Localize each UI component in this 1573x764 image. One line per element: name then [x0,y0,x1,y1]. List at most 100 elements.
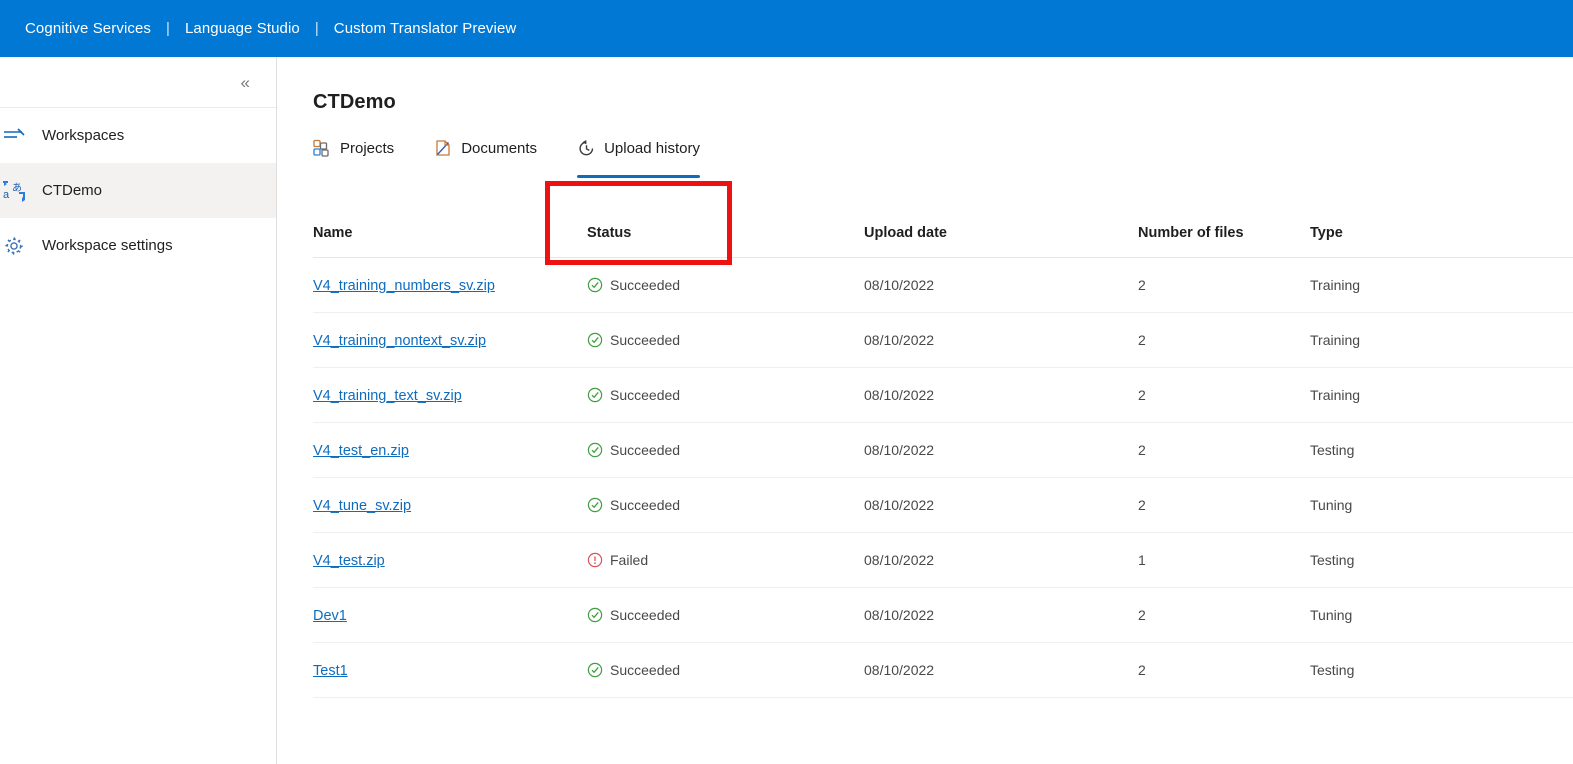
column-header-status[interactable]: Status [587,225,864,258]
breadcrumb-language-studio[interactable]: Language Studio [185,20,300,37]
status-label: Succeeded [610,497,681,513]
column-header-type[interactable]: Type [1310,225,1573,258]
table-row: V4_training_text_sv.zip Succeeded 08/10/2… [313,367,1573,423]
table-header-row: Name Status Upload date Number of files … [313,225,1573,258]
column-header-number-of-files[interactable]: Number of files [1138,225,1310,258]
cell-name: V4_test.zip [313,532,587,588]
check-circle-icon [587,277,603,293]
error-circle-icon [587,552,603,568]
cell-type: Training [1310,367,1573,423]
tab-label: Documents [461,139,538,157]
cell-upload-date: 08/10/2022 [864,642,1138,698]
breadcrumb-cognitive-services[interactable]: Cognitive Services [25,20,151,37]
cell-status: Succeeded [587,587,864,643]
cell-name: Dev1 [313,587,587,643]
check-circle-icon [587,662,603,678]
sidebar-collapse-row: « [0,57,276,108]
status-label: Succeeded [610,332,681,348]
file-link[interactable]: Test1 [313,663,348,679]
cell-status: Succeeded [587,367,864,423]
chevron-double-left-icon[interactable]: « [241,74,250,91]
page-body: « Workspaces a あ CTDemo Workspace settin… [0,57,1573,764]
main-content: CTDemo Projects Documents Upload history… [277,57,1573,764]
table-row: Test1 Succeeded 08/10/2022 2 Testing [313,642,1573,698]
cell-number-of-files: 2 [1138,422,1310,478]
upload-history-table: Name Status Upload date Number of files … [313,225,1573,698]
sidebar-item-label: Workspaces [42,127,125,144]
table-body: V4_training_numbers_sv.zip Succeeded 08/1… [313,257,1573,698]
file-link[interactable]: Dev1 [313,608,347,624]
translate-icon: a あ [0,180,28,202]
documents-icon [434,139,453,158]
tab-bar: Projects Documents Upload history [313,135,1573,181]
cell-number-of-files: 2 [1138,367,1310,423]
sidebar-item-workspaces[interactable]: Workspaces [0,108,276,163]
cell-type: Tuning [1310,477,1573,533]
cell-status: Succeeded [587,642,864,698]
cell-number-of-files: 2 [1138,257,1310,313]
cell-upload-date: 08/10/2022 [864,587,1138,643]
upload-history-icon [577,139,596,158]
cell-upload-date: 08/10/2022 [864,367,1138,423]
breadcrumb-custom-translator-preview[interactable]: Custom Translator Preview [334,20,517,37]
column-header-upload-date[interactable]: Upload date [864,225,1138,258]
cell-number-of-files: 2 [1138,642,1310,698]
sidebar-item-label: Workspace settings [42,237,173,254]
table-row: V4_training_nontext_sv.zip Succeeded 08/1… [313,312,1573,368]
table-row: V4_training_numbers_sv.zip Succeeded 08/1… [313,257,1573,313]
breadcrumb-separator: | [314,20,319,37]
file-link[interactable]: V4_test.zip [313,553,385,569]
svg-text:a: a [3,189,10,201]
check-circle-icon [587,332,603,348]
table-row: V4_test.zip Failed 08/10/2022 1 Testing [313,532,1573,588]
cell-status: Succeeded [587,257,864,313]
cell-upload-date: 08/10/2022 [864,532,1138,588]
cell-type: Training [1310,257,1573,313]
check-circle-icon [587,442,603,458]
file-link[interactable]: V4_training_numbers_sv.zip [313,278,495,294]
file-link[interactable]: V4_training_nontext_sv.zip [313,333,486,349]
status-label: Succeeded [610,662,681,678]
app-header: Cognitive Services | Language Studio | C… [0,0,1573,57]
status-label: Failed [610,552,649,568]
tab-label: Projects [340,139,395,157]
sidebar-item-workspace-settings[interactable]: Workspace settings [0,218,276,273]
cell-name: Test1 [313,642,587,698]
cell-type: Testing [1310,422,1573,478]
status-label: Succeeded [610,607,681,623]
file-link[interactable]: V4_tune_sv.zip [313,498,411,514]
status-label: Succeeded [610,277,681,293]
cell-type: Testing [1310,532,1573,588]
file-link[interactable]: V4_test_en.zip [313,443,409,459]
breadcrumb-separator: | [166,20,170,37]
tab-upload-history[interactable]: Upload history [577,135,700,178]
tab-underline [434,175,537,178]
cell-status: Failed [587,532,864,588]
cell-number-of-files: 2 [1138,312,1310,368]
projects-icon [313,139,332,158]
sidebar: « Workspaces a あ CTDemo Workspace settin… [0,57,277,764]
status-label: Succeeded [610,387,681,403]
page-title: CTDemo [313,91,396,113]
cell-name: V4_training_numbers_sv.zip [313,257,587,313]
cell-number-of-files: 2 [1138,587,1310,643]
cell-name: V4_training_text_sv.zip [313,367,587,423]
file-link[interactable]: V4_training_text_sv.zip [313,388,462,404]
sidebar-item-ctdemo[interactable]: a あ CTDemo [0,163,276,218]
cell-number-of-files: 2 [1138,477,1310,533]
column-header-name[interactable]: Name [313,225,587,258]
cell-name: V4_test_en.zip [313,422,587,478]
tab-documents[interactable]: Documents [434,135,537,178]
tab-label: Upload history [604,139,700,157]
tab-underline-active [577,175,700,178]
table-row: V4_tune_sv.zip Succeeded 08/10/2022 2 Tunin… [313,477,1573,533]
cell-upload-date: 08/10/2022 [864,477,1138,533]
cell-name: V4_tune_sv.zip [313,477,587,533]
cell-type: Testing [1310,642,1573,698]
cell-status: Succeeded [587,477,864,533]
cell-type: Training [1310,312,1573,368]
cell-number-of-files: 1 [1138,532,1310,588]
gear-icon [0,235,28,257]
status-label: Succeeded [610,442,681,458]
tab-projects[interactable]: Projects [313,135,394,178]
